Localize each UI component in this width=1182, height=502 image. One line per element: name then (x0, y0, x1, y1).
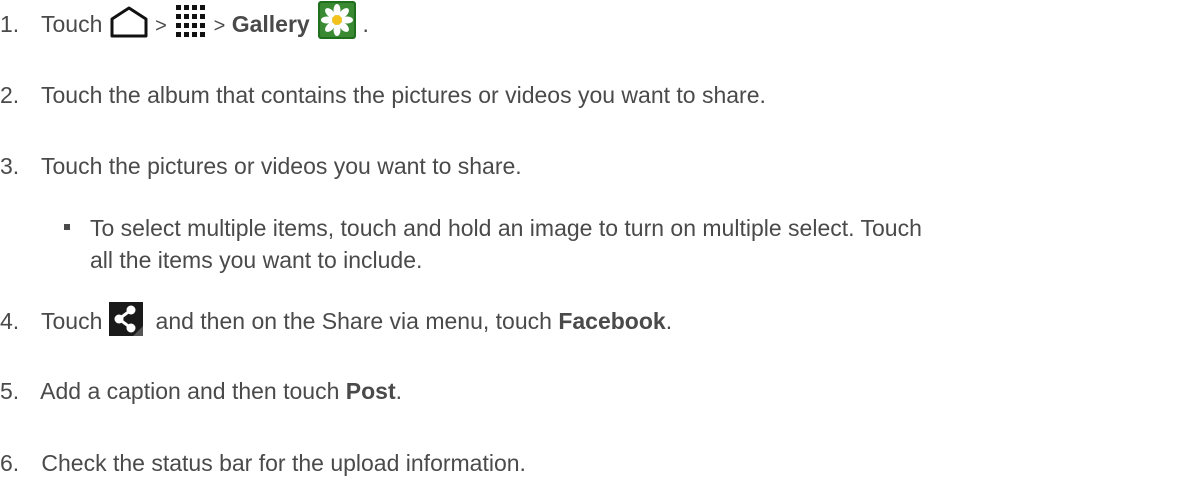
step-2: 2. Touch the album that contains the pic… (0, 81, 766, 109)
separator: > (155, 15, 167, 38)
step-5: 5. Add a caption and then touch Post. (0, 377, 402, 405)
facebook-label: Facebook (558, 308, 666, 335)
step-text: and then on the Share via menu, touch (149, 308, 559, 335)
post-label: Post (345, 378, 396, 404)
step-end: . (395, 378, 402, 404)
step-4: 4. Touch and then on the Share via menu,… (0, 302, 673, 340)
sub-item-line-1: To select multiple items, touch and hold… (90, 215, 922, 241)
step-6: 6. Check the status bar for the upload i… (0, 449, 526, 477)
step-text: Add a caption and then touch (40, 378, 346, 404)
sub-bullet-item: To select multiple items, touch and hold… (64, 212, 1180, 276)
step-number: 6. (0, 450, 20, 476)
gallery-label: Gallery (231, 11, 310, 38)
step-end: . (362, 11, 369, 38)
step-number: 1. (0, 11, 20, 38)
apps-icon (175, 4, 207, 38)
step-end: . (665, 308, 673, 335)
step-text: Touch (40, 308, 103, 335)
bullet-icon (64, 224, 70, 230)
home-icon (109, 5, 149, 39)
step-1: 1. Touch > > Gallery . (0, 1, 369, 45)
step-number: 2. (0, 82, 20, 108)
step-number: 5. (0, 378, 20, 404)
share-icon (108, 302, 143, 336)
step-number: 4. (0, 308, 20, 335)
gallery-icon (318, 1, 357, 39)
step-3: 3. Touch the pictures or videos you want… (0, 152, 522, 180)
step-text: Touch the pictures or videos you want to… (40, 153, 522, 179)
step-number: 3. (0, 153, 20, 179)
step-text: Check the status bar for the upload info… (41, 450, 526, 476)
separator: > (213, 15, 226, 38)
step-text: Touch (40, 11, 103, 38)
step-text: Touch the album that contains the pictur… (40, 82, 766, 108)
sub-item-line-2: all the items you want to include. (90, 247, 423, 273)
